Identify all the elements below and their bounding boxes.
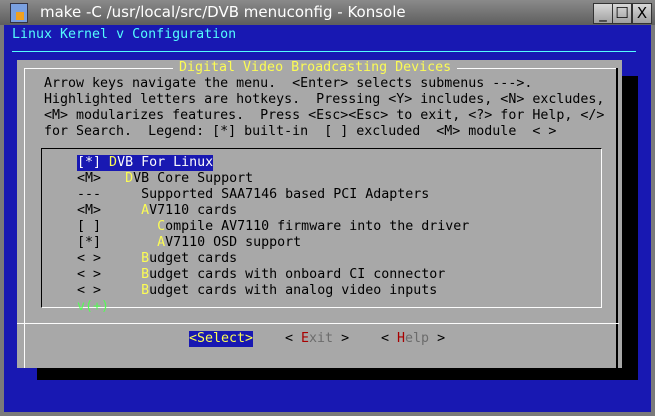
- help-line: <M> modularizes features. Press <Esc><Es…: [44, 108, 605, 123]
- menu-item[interactable]: < > Budget cards: [77, 251, 237, 267]
- exit-bracket: <: [285, 331, 302, 346]
- menu-item[interactable]: [*] DVB For Linux: [77, 155, 214, 171]
- help-button[interactable]: < Help >: [381, 331, 445, 347]
- menu-item[interactable]: [*] AV7110 OSD support: [77, 235, 301, 251]
- item-label: VB For Linux: [117, 155, 214, 170]
- help-line: Arrow keys navigate the menu. <Enter> se…: [44, 76, 533, 91]
- help-label: elp: [405, 331, 430, 346]
- item-hotkey: B: [141, 267, 150, 282]
- minimize-button[interactable]: _: [593, 3, 613, 24]
- menu-item[interactable]: <M> AV7110 cards: [77, 203, 237, 219]
- item-indent: [101, 267, 141, 282]
- select-button[interactable]: <Select>: [189, 331, 254, 347]
- item-label: udget cards with analog video inputs: [149, 283, 438, 298]
- item-state[interactable]: ---: [77, 187, 101, 202]
- dialog-title: Digital Video Broadcasting Devices: [173, 60, 458, 76]
- item-state[interactable]: [*]: [77, 155, 101, 170]
- item-state[interactable]: <M>: [77, 171, 101, 186]
- item-hotkey: D: [109, 155, 118, 170]
- help-line: Highlighted letters are hotkeys. Pressin…: [44, 92, 605, 107]
- item-state[interactable]: < >: [77, 251, 101, 266]
- item-label: Supported SAA7146 based PCI Adapters: [141, 187, 430, 202]
- item-state[interactable]: <M>: [77, 203, 101, 218]
- item-hotkey: A: [141, 203, 150, 218]
- item-state[interactable]: [*]: [77, 235, 101, 250]
- item-indent: [101, 251, 141, 266]
- exit-button[interactable]: < Exit >: [285, 331, 349, 347]
- help-line: for Search. Legend: [*] built-in [ ] exc…: [44, 124, 557, 139]
- menu-item[interactable]: [ ] Compile AV7110 firmware into the dri…: [77, 219, 469, 235]
- konsole-app-icon[interactable]: [10, 3, 28, 23]
- exit-hotkey: E: [301, 331, 310, 346]
- item-label: udget cards: [149, 251, 238, 266]
- button-divider: [17, 323, 619, 324]
- item-label: ompile AV7110 firmware into the driver: [165, 219, 470, 234]
- menu-item[interactable]: < > Budget cards with onboard CI connect…: [77, 267, 445, 283]
- header-divider: [12, 51, 636, 52]
- item-hotkey: B: [141, 251, 150, 266]
- item-label: udget cards with onboard CI connector: [149, 267, 446, 282]
- dialog-shadow: [622, 76, 638, 380]
- item-label: V7110 OSD support: [165, 235, 302, 250]
- item-hotkey: D: [125, 171, 134, 186]
- scroll-more-indicator[interactable]: v(+): [77, 299, 109, 315]
- item-hotkey: A: [157, 235, 166, 250]
- help-bracket: >: [429, 331, 446, 346]
- header-title: Linux Kernel v Configuration: [12, 27, 237, 42]
- item-indent: [101, 283, 141, 298]
- menu-item[interactable]: < > Budget cards with analog video input…: [77, 283, 437, 299]
- item-hotkey: C: [157, 219, 166, 234]
- exit-bracket: >: [333, 331, 350, 346]
- close-button[interactable]: X: [632, 3, 652, 24]
- item-indent: [101, 235, 157, 250]
- item-indent: [101, 203, 141, 218]
- dialog-shadow-bottom: [37, 368, 638, 380]
- window-titlebar: make -C /usr/local/src/DVB menuconfig - …: [0, 0, 655, 25]
- item-state[interactable]: < >: [77, 283, 101, 298]
- item-state[interactable]: < >: [77, 267, 101, 282]
- item-state[interactable]: [ ]: [77, 219, 101, 234]
- window-title: make -C /usr/local/src/DVB menuconfig - …: [40, 3, 406, 21]
- menu-item[interactable]: <M> DVB Core Support: [77, 171, 253, 187]
- item-hotkey: B: [141, 283, 150, 298]
- maximize-button[interactable]: ☐: [612, 3, 632, 24]
- menu-item[interactable]: --- Supported SAA7146 based PCI Adapters: [77, 187, 429, 203]
- item-indent: [101, 219, 157, 234]
- item-label: VB Core Support: [133, 171, 254, 186]
- item-label: V7110 cards: [149, 203, 238, 218]
- help-bracket: <: [381, 331, 398, 346]
- help-hotkey: H: [397, 331, 406, 346]
- exit-label: xit: [309, 331, 334, 346]
- item-indent: [101, 171, 125, 186]
- item-indent: [101, 187, 141, 202]
- item-indent: [101, 155, 109, 170]
